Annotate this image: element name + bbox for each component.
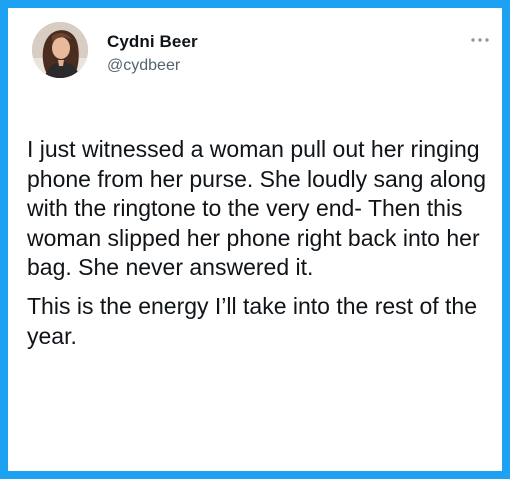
profile-photo-icon	[32, 22, 88, 78]
author-handle[interactable]: @cydbeer	[107, 57, 180, 75]
tweet-paragraph: This is the energy I’ll take into the re…	[27, 292, 478, 349]
tweet-paragraph: I just witnessed a woman pull out her ri…	[27, 136, 487, 281]
avatar[interactable]	[32, 22, 88, 78]
author-name[interactable]: Cydni Beer	[107, 32, 198, 52]
tweet-card: Cydni Beer @cydbeer I just witnessed a w…	[8, 8, 502, 471]
tweet-text: I just witnessed a woman pull out her ri…	[27, 135, 497, 360]
more-horizontal-icon[interactable]	[470, 35, 490, 45]
